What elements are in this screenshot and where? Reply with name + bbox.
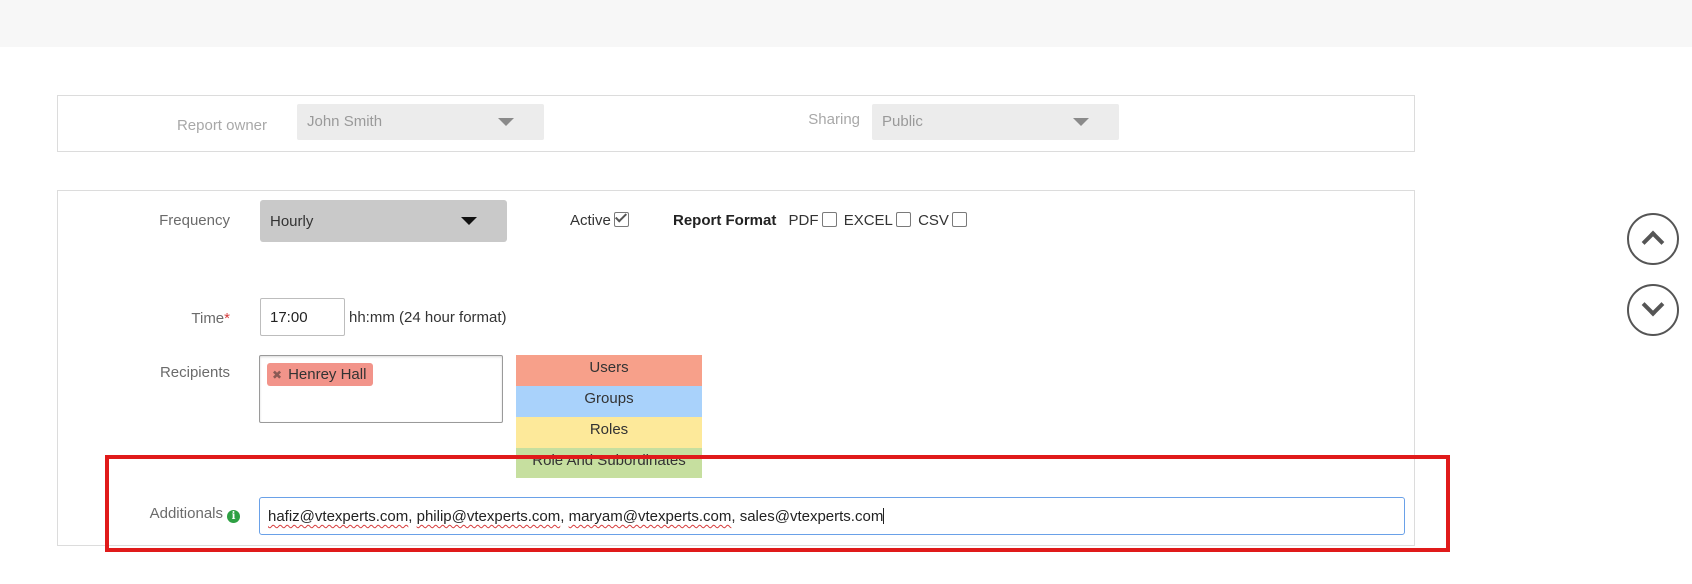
additional-email: philip@vtexperts.com (416, 508, 561, 525)
recipients-input[interactable]: ✖ Henrey Hall (259, 355, 503, 423)
scroll-up-button[interactable] (1627, 213, 1679, 265)
recipient-token[interactable]: ✖ Henrey Hall (267, 363, 374, 386)
report-format-group: Report Format PDF EXCEL CSV (673, 212, 967, 229)
active-group: Active (570, 212, 629, 229)
frequency-select[interactable]: Hourly (260, 200, 507, 242)
format-excel-label: EXCEL (843, 212, 893, 229)
additional-email: hafiz@vtexperts.com (268, 508, 409, 525)
chevron-down-icon (1073, 118, 1089, 126)
info-circle-icon[interactable]: i (227, 510, 240, 523)
sharing-select: Public (872, 104, 1119, 140)
recipient-type-roles[interactable]: Roles (516, 417, 702, 448)
sharing-value: Public (882, 113, 923, 130)
additionals-label-group: Additionals i (110, 505, 240, 523)
report-owner-label: Report owner (176, 117, 267, 134)
time-label: Time (191, 310, 225, 327)
scroll-down-button[interactable] (1627, 284, 1679, 336)
format-pdf-label: PDF (788, 212, 819, 229)
active-checkbox[interactable] (613, 212, 629, 227)
additional-email: maryam@vtexperts.com (568, 508, 732, 525)
additionals-label: Additionals (149, 505, 223, 522)
required-mark: * (224, 310, 230, 327)
active-label: Active (570, 212, 611, 229)
format-pdf-checkbox[interactable] (821, 212, 837, 227)
report-owner-value: John Smith (307, 113, 383, 130)
chevron-down-icon (1641, 293, 1665, 317)
recipients-label: Recipients (159, 364, 230, 381)
frequency-label: Frequency (159, 212, 230, 229)
time-label-group: Time* (150, 310, 230, 327)
additionals-input[interactable]: hafiz@vtexperts.com, philip@vtexperts.co… (259, 497, 1405, 535)
recipient-type-role-and-subordinates[interactable]: Role And Subordinates (516, 448, 702, 478)
frequency-value: Hourly (270, 213, 314, 230)
format-csv-checkbox[interactable] (951, 212, 967, 227)
additional-email: sales@vtexperts.com (739, 508, 884, 525)
report-owner-select: John Smith (297, 104, 544, 140)
text-cursor (883, 508, 885, 524)
time-hint: hh:mm (24 hour format) (349, 309, 507, 326)
time-input[interactable]: 17:00 (260, 298, 345, 336)
format-csv-label: CSV (918, 212, 949, 229)
report-format-label: Report Format (673, 212, 777, 229)
recipient-type-groups[interactable]: Groups (516, 386, 702, 417)
recipient-name: Henrey Hall (288, 366, 367, 383)
format-excel-checkbox[interactable] (895, 212, 911, 227)
top-bar (0, 0, 1692, 47)
recipient-type-users[interactable]: Users (516, 355, 702, 386)
chevron-down-icon (461, 217, 477, 225)
close-icon[interactable]: ✖ (272, 368, 282, 382)
chevron-up-icon (1641, 230, 1665, 254)
chevron-down-icon (498, 118, 514, 126)
sharing-label: Sharing (808, 111, 860, 128)
